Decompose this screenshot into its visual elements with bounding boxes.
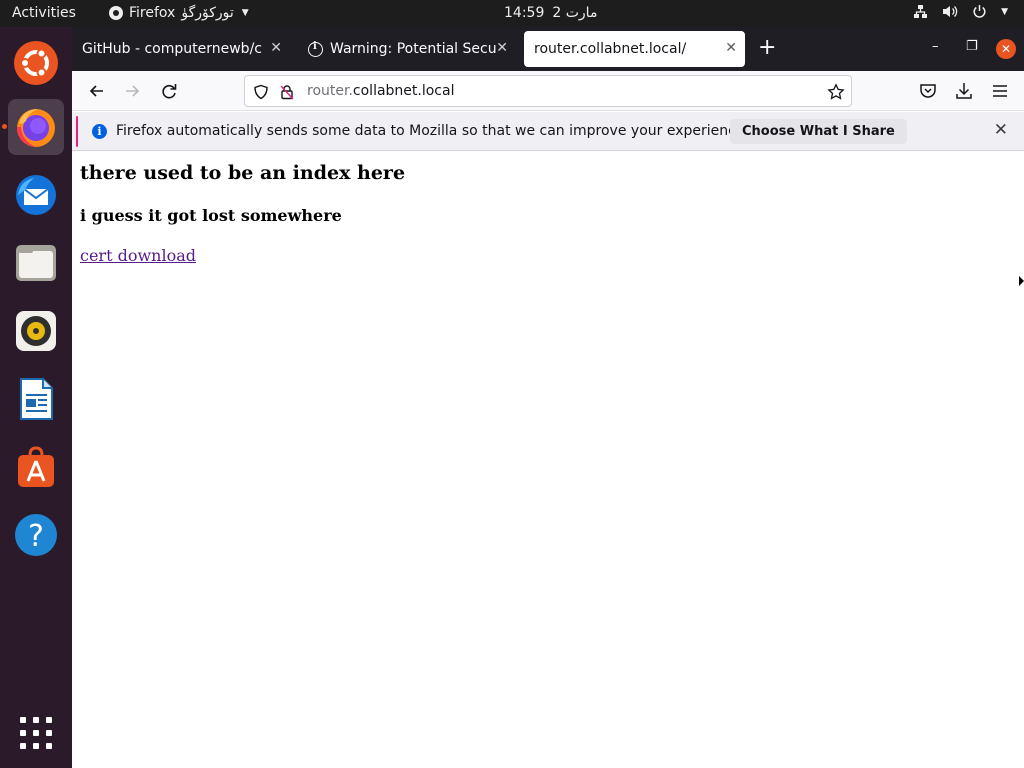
libreoffice-writer-icon <box>20 378 53 420</box>
url-text[interactable]: router.collabnet.local <box>307 83 454 99</box>
dock-thunderbird[interactable] <box>8 167 64 223</box>
chevron-down-icon: ▼ <box>241 8 249 18</box>
close-window-button[interactable]: ✕ <box>996 39 1016 59</box>
tab-router[interactable]: router.collabnet.local/ ✕ <box>524 31 745 67</box>
dock-help[interactable]: ? <box>8 507 64 563</box>
running-indicator <box>2 124 7 129</box>
url-prefix: router. <box>307 83 353 99</box>
top-bar: Activities Firefox توركۆرگۈ ▼ 14:59 مارت… <box>0 0 1024 27</box>
forward-icon[interactable] <box>121 80 143 102</box>
clock[interactable]: 14:59 مارت 2 <box>504 5 597 21</box>
dock-software[interactable] <box>8 439 64 495</box>
app-grid-icon <box>20 717 52 749</box>
page-subheading: i guess it got lost somewhere <box>80 206 342 225</box>
dock: ? <box>0 27 72 768</box>
maximize-button[interactable]: ❐ <box>966 39 978 54</box>
hamburger-menu-icon[interactable] <box>989 80 1011 102</box>
clock-time: 14:59 <box>504 5 545 21</box>
firefox-window: GitHub - computernewb/coll ✕ Warning: Po… <box>72 27 1024 768</box>
new-tab-button[interactable]: + <box>758 37 776 59</box>
app-menu-suffix: توركۆرگۈ <box>181 5 234 21</box>
reload-icon[interactable] <box>158 80 180 102</box>
url-domain: collabnet.local <box>352 83 455 99</box>
url-bar[interactable]: router.collabnet.local <box>244 75 852 107</box>
bookmark-star-icon[interactable] <box>827 83 845 101</box>
dock-ubuntu[interactable] <box>8 35 64 91</box>
downloads-icon[interactable] <box>953 80 975 102</box>
rhythmbox-icon <box>16 311 56 351</box>
dock-show-apps[interactable] <box>8 705 64 761</box>
tab-warning[interactable]: Warning: Potential Securi ✕ <box>298 31 516 67</box>
page-content: there used to be an index here i guess i… <box>72 152 1024 768</box>
system-tray[interactable]: ▼ <box>913 4 1008 19</box>
help-icon: ? <box>15 514 57 556</box>
notification-bar: i Firefox automatically sends some data … <box>72 112 1024 151</box>
volume-icon <box>942 4 958 19</box>
firefox-app-icon <box>109 6 123 20</box>
files-icon <box>16 245 56 281</box>
ubuntu-icon <box>14 41 58 85</box>
tab-label: GitHub - computernewb/coll <box>82 41 262 57</box>
dock-libreoffice-writer[interactable] <box>8 371 64 427</box>
dock-files[interactable] <box>8 235 64 291</box>
power-icon <box>972 4 987 19</box>
close-icon[interactable]: ✕ <box>994 122 1008 139</box>
info-icon: i <box>92 124 107 139</box>
clock-date: مارت 2 <box>552 5 598 21</box>
navigation-toolbar: router.collabnet.local <box>72 71 1024 111</box>
warning-icon <box>308 41 323 57</box>
firefox-icon <box>17 109 55 147</box>
svg-text:?: ? <box>28 519 44 554</box>
network-icon <box>913 4 928 19</box>
tab-strip: GitHub - computernewb/coll ✕ Warning: Po… <box>72 27 1024 71</box>
page-heading: there used to be an index here <box>80 162 406 184</box>
dock-rhythmbox[interactable] <box>8 303 64 359</box>
app-menu-name: Firefox <box>129 5 176 21</box>
close-icon[interactable]: ✕ <box>270 41 282 55</box>
notification-message: Firefox automatically sends some data to… <box>116 123 749 139</box>
app-menu[interactable]: Firefox توركۆرگۈ ▼ <box>109 5 249 21</box>
minimize-button[interactable]: – <box>932 39 939 54</box>
pocket-icon[interactable] <box>917 80 939 102</box>
choose-what-i-share-button[interactable]: Choose What I Share <box>730 119 907 144</box>
activities-button[interactable]: Activities <box>12 5 76 21</box>
software-center-icon <box>18 446 54 487</box>
notification-accent <box>76 116 78 147</box>
shield-icon[interactable] <box>253 84 269 100</box>
chevron-down-icon: ▼ <box>1001 6 1008 17</box>
cert-download-link[interactable]: cert download <box>80 246 196 265</box>
back-icon[interactable] <box>86 80 108 102</box>
close-icon[interactable]: ✕ <box>725 41 737 55</box>
tab-label: Warning: Potential Securi <box>330 41 496 57</box>
lock-warning-icon[interactable] <box>279 84 295 100</box>
thunderbird-icon <box>16 175 56 215</box>
close-icon[interactable]: ✕ <box>496 41 508 55</box>
tab-label: router.collabnet.local/ <box>534 41 687 57</box>
dock-firefox[interactable] <box>2 99 64 155</box>
mouse-cursor-icon <box>1019 276 1024 286</box>
tab-github[interactable]: GitHub - computernewb/coll ✕ <box>72 31 290 67</box>
